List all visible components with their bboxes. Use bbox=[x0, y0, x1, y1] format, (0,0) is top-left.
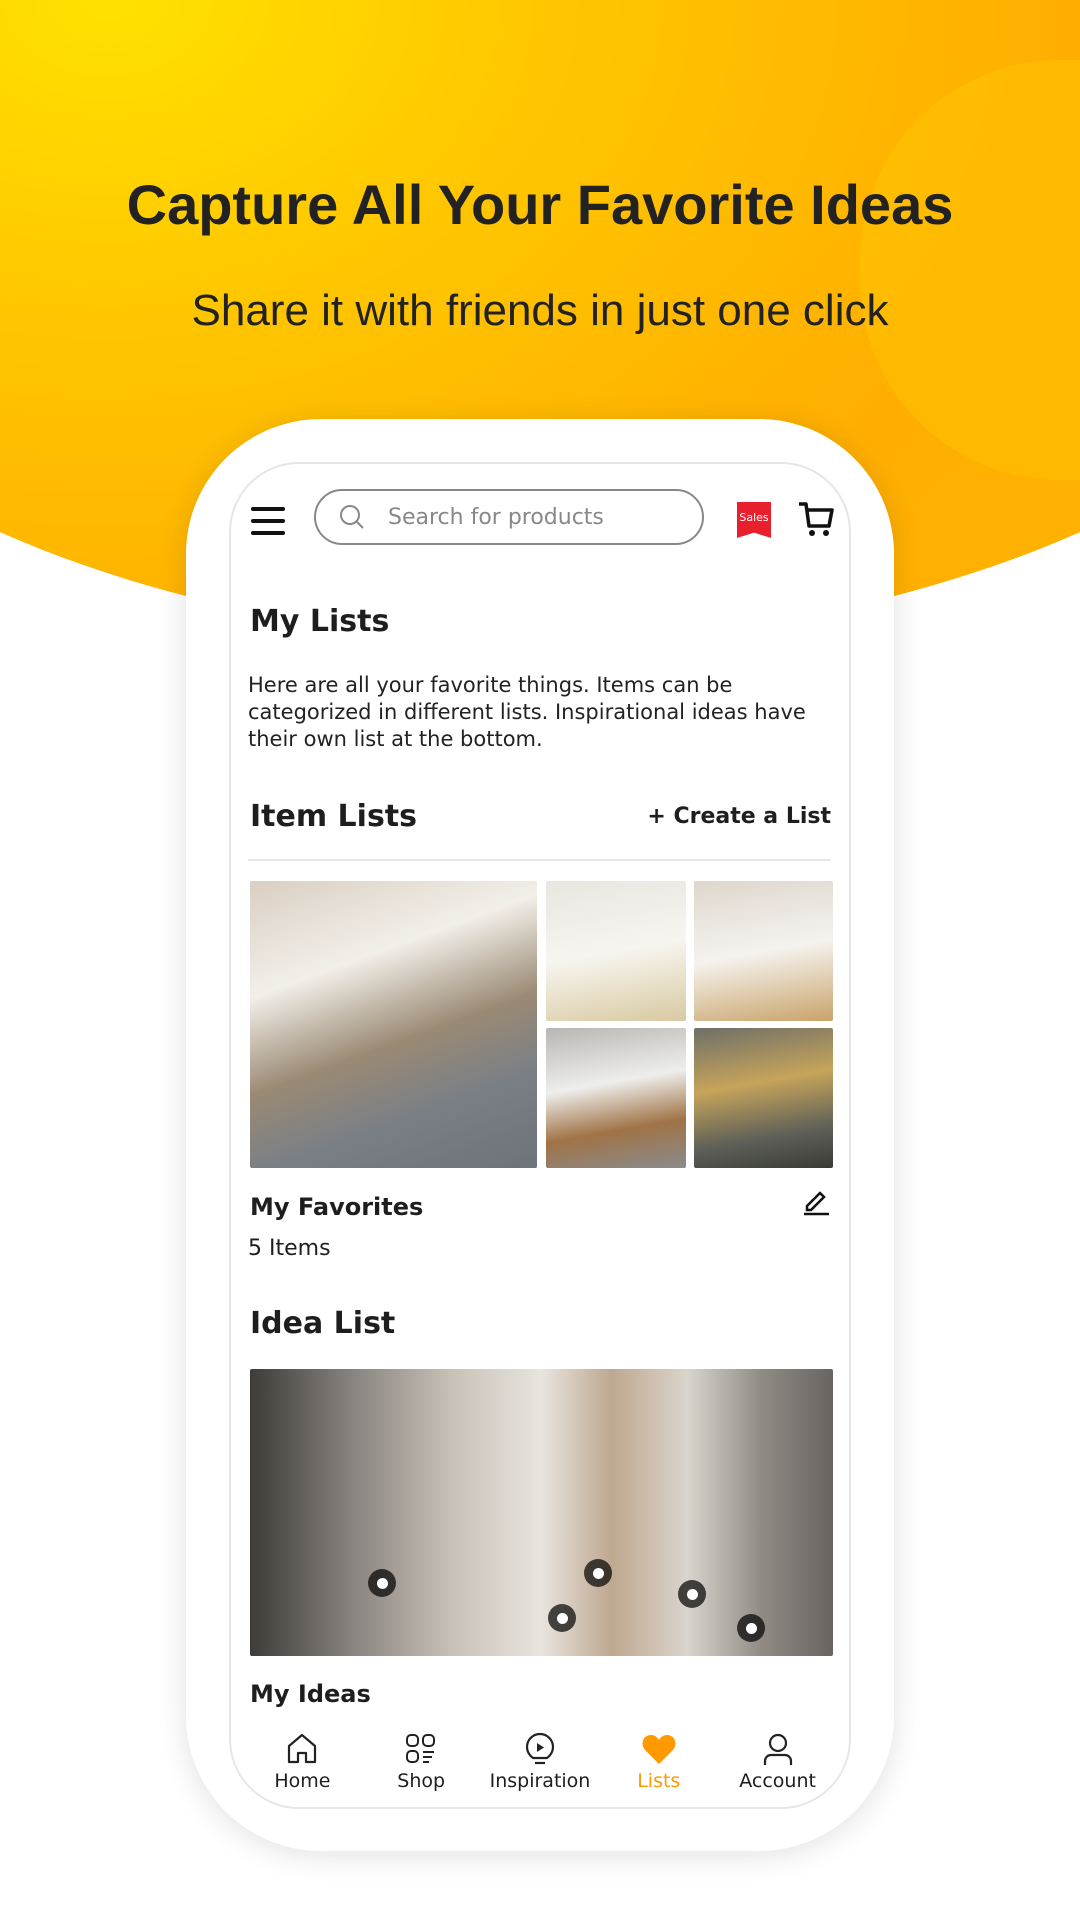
home-icon bbox=[288, 1733, 317, 1764]
search-placeholder: Search for products bbox=[388, 504, 604, 530]
heart-icon bbox=[642, 1735, 676, 1764]
bulb-play-icon bbox=[525, 1732, 555, 1765]
nav-label: Home bbox=[274, 1770, 331, 1792]
menu-icon[interactable] bbox=[251, 507, 285, 535]
nav-label: Account bbox=[739, 1770, 816, 1792]
create-list-button[interactable]: + Create a List bbox=[647, 804, 831, 829]
my-lists-description: Here are all your favorite things. Items… bbox=[248, 673, 806, 751]
item-lists-title: Item Lists bbox=[250, 799, 418, 834]
list-count: 5 Items bbox=[248, 1236, 331, 1261]
hero-subtitle: Share it with friends in just one click bbox=[191, 286, 889, 335]
hotspot[interactable] bbox=[737, 1614, 765, 1642]
list-name[interactable]: My Favorites bbox=[250, 1193, 423, 1221]
divider bbox=[248, 859, 831, 861]
favorites-image-5[interactable] bbox=[694, 1028, 833, 1168]
nav-lists[interactable]: Lists bbox=[604, 1732, 714, 1807]
hotspot[interactable] bbox=[548, 1604, 576, 1632]
idea-list-name[interactable]: My Ideas bbox=[250, 1680, 371, 1708]
bottom-nav: Home Shop Inspiration Lists Account bbox=[231, 1732, 849, 1807]
search-icon bbox=[340, 505, 364, 529]
user-icon bbox=[763, 1733, 792, 1765]
nav-label: Shop bbox=[397, 1770, 446, 1792]
favorites-image-main[interactable] bbox=[250, 881, 537, 1168]
nav-label: Inspiration bbox=[489, 1770, 591, 1792]
favorites-image-3[interactable] bbox=[694, 881, 833, 1021]
favorites-image-2[interactable] bbox=[546, 881, 686, 1021]
search-input[interactable]: Search for products bbox=[314, 489, 704, 545]
cart-icon[interactable] bbox=[797, 500, 835, 538]
nav-account[interactable]: Account bbox=[723, 1732, 833, 1807]
hotspot[interactable] bbox=[678, 1580, 706, 1608]
nav-label: Lists bbox=[637, 1770, 681, 1792]
hero-title: Capture All Your Favorite Ideas bbox=[126, 173, 954, 236]
hotspot[interactable] bbox=[368, 1569, 396, 1597]
shop-icon bbox=[406, 1734, 436, 1763]
nav-shop[interactable]: Shop bbox=[366, 1732, 476, 1807]
nav-home[interactable]: Home bbox=[247, 1732, 357, 1807]
hotspot[interactable] bbox=[584, 1559, 612, 1587]
my-lists-title: My Lists bbox=[250, 604, 390, 639]
favorites-image-4[interactable] bbox=[546, 1028, 686, 1168]
nav-inspiration[interactable]: Inspiration bbox=[485, 1732, 595, 1807]
sales-badge[interactable]: Sales bbox=[737, 502, 771, 538]
idea-list-title: Idea List bbox=[250, 1306, 396, 1341]
phone-screen: Search for products Sales My Lists Here … bbox=[229, 462, 851, 1809]
idea-image[interactable] bbox=[250, 1369, 833, 1656]
edit-icon[interactable] bbox=[801, 1186, 831, 1216]
